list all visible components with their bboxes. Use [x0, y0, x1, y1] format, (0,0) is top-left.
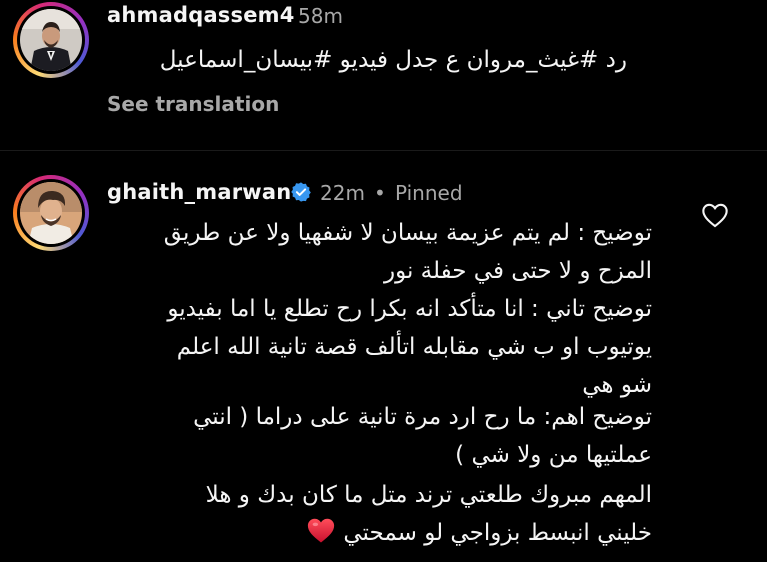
comment-line-text: خليني انبسط بزواجي لو سمحتي [343, 520, 652, 546]
comment-username[interactable]: ghaith_marwan [107, 180, 291, 204]
comment-paragraph: توضيح اهم: ما رح ارد مرة تانية على دراما… [92, 398, 652, 474]
avatar-photo [20, 182, 82, 244]
comment-username[interactable]: ahmadqassem4 [107, 3, 295, 27]
comment-ahmadqassem4: ahmadqassem4 58m رد #غيث_مروان ع جدل فيد… [0, 0, 767, 150]
heart-outline-icon[interactable] [701, 202, 729, 228]
comment-line: خليني انبسط بزواجي لو سمحتي [92, 514, 652, 552]
comment-line: توضيح تاني : انا متأكد انه بكرا رح تطلع … [167, 296, 652, 322]
comment-paragraph: المهم مبروك طلعتي ترند متل ما كان بدك و … [92, 476, 652, 552]
comment-timestamp: 58m [298, 4, 343, 28]
verified-badge-icon [291, 182, 311, 202]
avatar[interactable] [13, 175, 89, 251]
comment-text: رد #غيث_مروان ع جدل فيديو #بيسان_اسماعيل [159, 47, 627, 73]
comment-paragraph: توضيح تاني : انا متأكد انه بكرا رح تطلع … [92, 290, 652, 404]
comment-line: المزح و لا حتى في حفلة نور [383, 258, 652, 284]
comment-line: توضيح : لم يتم عزيمة بيسان لا شفهيا ولا … [163, 220, 652, 246]
red-heart-emoji-icon [307, 518, 335, 543]
comment-paragraph: توضيح : لم يتم عزيمة بيسان لا شفهيا ولا … [92, 214, 652, 290]
comment-line: يوتيوب او ب شي مقابله اتألف قصة تانية ال… [176, 334, 652, 360]
comment-timestamp: 22m [320, 181, 365, 205]
pinned-label: Pinned [395, 181, 463, 205]
comment-ghaith-marwan: ghaith_marwan 22m • Pinned توضيح : لم يت… [0, 150, 767, 562]
meta-separator: • [374, 181, 386, 205]
see-translation-button[interactable]: See translation [107, 92, 279, 116]
comment-line: عملتيها من ولا شي ) [455, 442, 652, 468]
comment-line: توضيح اهم: ما رح ارد مرة تانية على دراما… [193, 404, 652, 430]
comment-line: المهم مبروك طلعتي ترند متل ما كان بدك و … [205, 482, 652, 508]
